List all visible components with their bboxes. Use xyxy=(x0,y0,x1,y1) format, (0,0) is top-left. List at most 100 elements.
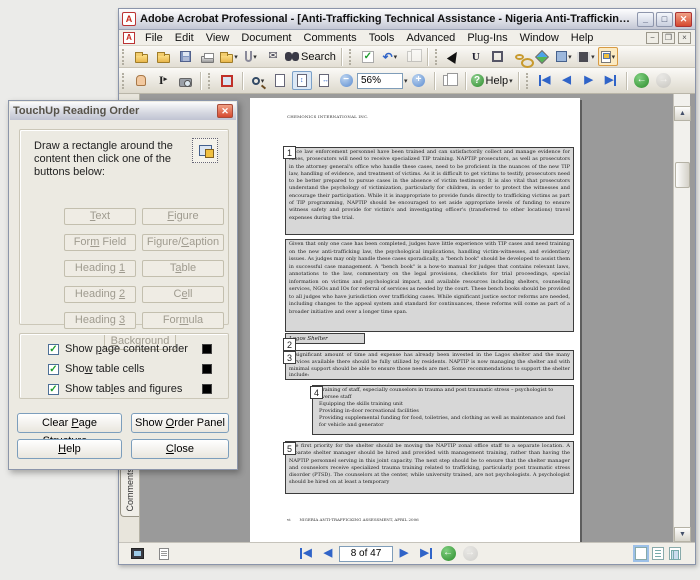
toolbar-grip[interactable] xyxy=(526,73,531,89)
help-button[interactable]: ?Help▾ xyxy=(471,71,513,90)
facing-layout-button[interactable] xyxy=(669,547,681,560)
figure-caption-button[interactable]: Figure/Caption xyxy=(142,234,224,251)
reading-region-5[interactable]: The first priority for the shelter shoul… xyxy=(285,441,574,494)
scrollbar-thumb[interactable] xyxy=(675,162,690,188)
doc-minimize-button[interactable]: − xyxy=(646,32,659,44)
menu-file[interactable]: File xyxy=(139,31,169,45)
open-web-button[interactable] xyxy=(153,47,173,66)
status-last-page-button[interactable]: ▶ xyxy=(416,544,436,563)
close-button[interactable]: ✕ xyxy=(675,12,692,27)
print-button[interactable] xyxy=(197,47,217,66)
vertical-scrollbar[interactable]: ▲ ▼ xyxy=(673,94,690,542)
menu-comments[interactable]: Comments xyxy=(298,31,363,45)
maximize-button[interactable]: □ xyxy=(656,12,673,27)
menu-help[interactable]: Help xyxy=(565,31,600,45)
status-next-page-button[interactable]: ▶ xyxy=(394,544,414,563)
scroll-up-button[interactable]: ▲ xyxy=(674,106,691,121)
first-page-button[interactable]: ◀ xyxy=(535,71,555,90)
fit-visible-button[interactable]: ↔ xyxy=(314,71,334,90)
select-text-tool-button[interactable]: I xyxy=(153,71,173,90)
dropdown-arrow-icon[interactable]: ▾ xyxy=(591,53,595,61)
movie-tool-button[interactable]: ▾ xyxy=(576,47,596,66)
last-page-button[interactable]: ▶ xyxy=(601,71,621,90)
toolbar-grip[interactable] xyxy=(435,49,440,65)
scroll-down-button[interactable]: ▼ xyxy=(674,527,691,542)
touchup-reading-order-tool-button[interactable]: ▾ xyxy=(598,47,618,66)
open-button[interactable] xyxy=(131,47,151,66)
page-number-input[interactable] xyxy=(339,546,393,562)
status-previous-page-button[interactable]: ◀ xyxy=(318,544,338,563)
zoom-level-input[interactable] xyxy=(357,73,403,89)
checkbox-checked[interactable]: ✓ xyxy=(48,364,59,375)
doc-close-button[interactable]: × xyxy=(678,32,691,44)
close-button-dialog[interactable]: Close xyxy=(131,439,229,459)
menu-window[interactable]: Window xyxy=(514,31,565,45)
search-button[interactable]: Search xyxy=(285,47,336,66)
dropdown-arrow-icon[interactable]: ▾ xyxy=(394,53,398,61)
formula-button[interactable]: Formula xyxy=(142,312,224,329)
zoom-out-button[interactable]: − xyxy=(336,71,356,90)
menu-tools[interactable]: Tools xyxy=(363,31,401,45)
snapshot-tool-button[interactable] xyxy=(175,71,195,90)
content-order-color-swatch[interactable] xyxy=(202,344,212,354)
zoom-tool-button[interactable]: ▾ xyxy=(248,71,268,90)
reading-region-3[interactable]: A significant amount of time and expense… xyxy=(285,350,574,380)
link-tool-button[interactable] xyxy=(510,47,530,66)
table-cells-color-swatch[interactable] xyxy=(202,364,212,374)
heading-2-button[interactable]: Heading 2 xyxy=(64,286,136,303)
tables-figures-color-swatch[interactable] xyxy=(202,384,212,394)
undo-button[interactable]: ↶▾ xyxy=(380,47,400,66)
form-field-tool-button[interactable]: ▾ xyxy=(554,47,574,66)
reading-region-4[interactable]: √Training of staff, especially counselor… xyxy=(312,385,574,435)
zoom-in-button[interactable]: + xyxy=(409,71,429,90)
cell-button[interactable]: Cell xyxy=(142,286,224,303)
dropdown-arrow-icon[interactable]: ▾ xyxy=(612,53,616,61)
reading-region-1[interactable]: Once law enforcement personnel have been… xyxy=(285,147,574,235)
previous-view-button[interactable]: ← xyxy=(632,71,652,90)
select-object-mode-button[interactable] xyxy=(217,71,237,90)
save-button[interactable] xyxy=(175,47,195,66)
email-button[interactable]: ✉ xyxy=(263,47,283,66)
toolbar-grip[interactable] xyxy=(349,49,354,65)
crop-tool-button[interactable] xyxy=(488,47,508,66)
dialog-title-bar[interactable]: TouchUp Reading Order ✕ xyxy=(10,102,236,120)
comments-tab[interactable]: Comments xyxy=(120,463,139,517)
spellcheck-button[interactable]: ✓ xyxy=(358,47,378,66)
toolbar-grip[interactable] xyxy=(122,49,127,65)
text-button[interactable]: Text xyxy=(64,208,136,225)
dropdown-arrow-icon[interactable]: ▾ xyxy=(253,53,257,61)
title-bar[interactable]: A Adobe Acrobat Professional - [Anti-Tra… xyxy=(119,9,695,30)
attach-button[interactable]: ▾ xyxy=(241,47,261,66)
structure-tool-button[interactable] xyxy=(192,138,218,163)
minimize-button[interactable]: _ xyxy=(637,12,654,27)
dropdown-arrow-icon[interactable]: ▾ xyxy=(234,53,238,61)
menu-edit[interactable]: Edit xyxy=(169,31,200,45)
reading-mode-button[interactable] xyxy=(127,544,147,563)
checkbox-checked[interactable]: ✓ xyxy=(48,384,59,395)
dropdown-arrow-icon[interactable]: ▾ xyxy=(261,77,265,85)
heading-1-button[interactable]: Heading 1 xyxy=(64,260,136,277)
status-first-page-button[interactable]: ◀ xyxy=(296,544,316,563)
doc-restore-button[interactable]: ❐ xyxy=(662,32,675,44)
heading-3-button[interactable]: Heading 3 xyxy=(64,312,136,329)
form-field-button[interactable]: Form Field xyxy=(64,234,136,251)
previous-page-button[interactable]: ◀ xyxy=(557,71,577,90)
dropdown-arrow-icon[interactable]: ▾ xyxy=(509,77,513,85)
pages-button[interactable]: ▾ xyxy=(440,71,460,90)
next-page-button[interactable]: ▶ xyxy=(579,71,599,90)
select-object-tool-button[interactable] xyxy=(444,47,464,66)
dropdown-arrow-icon[interactable]: ▾ xyxy=(568,53,572,61)
show-order-panel-button[interactable]: Show Order Panel xyxy=(131,413,229,433)
reading-region-1b[interactable]: Given that only one case has been comple… xyxy=(285,239,574,332)
touchup-text-tool-button[interactable]: U xyxy=(466,47,486,66)
checkbox-checked[interactable]: ✓ xyxy=(48,344,59,355)
figure-button[interactable]: Figure xyxy=(142,208,224,225)
menu-advanced[interactable]: Advanced xyxy=(400,31,461,45)
single-page-layout-button[interactable] xyxy=(635,547,647,560)
page-size-button[interactable] xyxy=(154,544,174,563)
dialog-close-button[interactable]: ✕ xyxy=(217,104,233,118)
continuous-layout-button[interactable] xyxy=(652,547,664,560)
toolbar-grip[interactable] xyxy=(122,73,127,89)
clear-page-structure-button[interactable]: Clear Page Structure... xyxy=(17,413,122,433)
zoom-dropdown-arrow-icon[interactable]: ▾ xyxy=(404,77,408,85)
